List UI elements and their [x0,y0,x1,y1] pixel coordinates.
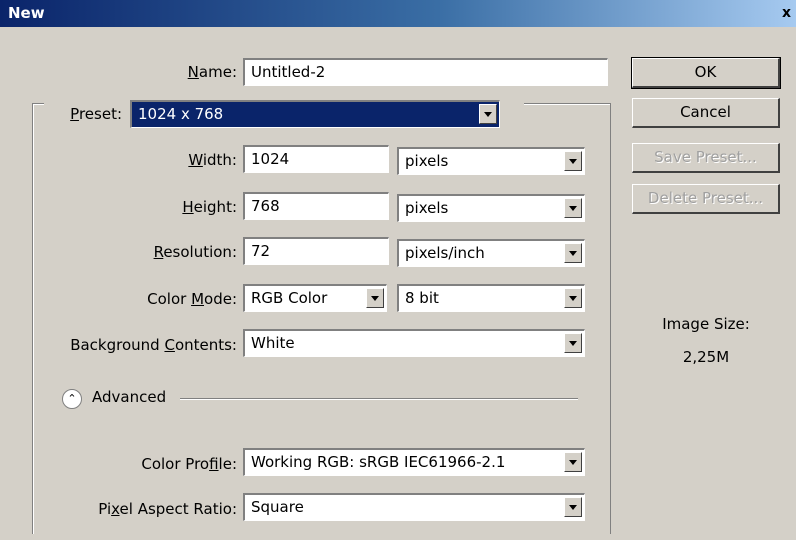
resolution-unit-select[interactable]: pixels/inch [397,239,585,267]
delete-preset-button[interactable]: Delete Preset... [632,184,780,214]
name-label: Name: [187,63,237,81]
height-unit-select[interactable]: pixels [397,194,585,222]
bit-depth-select[interactable]: 8 bit [397,284,585,312]
dialog-title: New [8,4,45,22]
background-contents-select[interactable]: White [243,329,585,357]
advanced-label[interactable]: Advanced [92,388,166,406]
color-profile-label: Color Profile: [141,455,237,473]
save-preset-button[interactable]: Save Preset... [632,143,780,173]
preset-label: Preset: [70,105,122,123]
chevron-down-icon[interactable] [564,452,582,472]
color-profile-select[interactable]: Working RGB: sRGB IEC61966-2.1 [243,448,585,476]
chevron-down-icon[interactable] [366,288,384,308]
image-size-value: 2,25M [682,348,730,366]
width-unit-select[interactable]: pixels [397,147,585,175]
preset-select[interactable]: 1024 x 768 [130,100,500,128]
advanced-divider [180,398,578,400]
chevron-down-icon[interactable] [564,497,582,517]
chevron-down-icon[interactable] [564,333,582,353]
advanced-toggle-chevron-up-icon[interactable]: ⌃ [62,389,82,409]
color-mode-label: Color Mode: [147,290,237,308]
background-contents-label: Background Contents: [70,336,237,354]
resolution-unit-value: pixels/inch [405,244,485,262]
chevron-down-icon[interactable] [564,288,582,308]
height-unit-value: pixels [405,199,449,217]
width-unit-value: pixels [405,152,449,170]
name-input[interactable]: Untitled-2 [243,58,608,86]
pixel-aspect-ratio-label: Pixel Aspect Ratio: [98,500,237,518]
ok-button[interactable]: OK [631,57,781,89]
width-label: Width: [188,151,237,169]
new-document-dialog: New x Name: Untitled-2 Preset: 1024 x 76… [0,0,796,540]
chevron-down-icon[interactable] [479,104,497,124]
cancel-button[interactable]: Cancel [632,98,780,128]
chevron-down-icon[interactable] [564,243,582,263]
width-input[interactable]: 1024 [243,145,389,173]
resolution-label: Resolution: [153,243,237,261]
color-mode-select[interactable]: RGB Color [243,284,387,312]
pixel-aspect-ratio-value: Square [251,498,304,516]
close-icon[interactable]: x [782,3,796,24]
color-mode-value: RGB Color [251,289,328,307]
pixel-aspect-ratio-select[interactable]: Square [243,493,585,521]
chevron-down-icon[interactable] [564,151,582,171]
height-input[interactable]: 768 [243,192,389,220]
bit-depth-value: 8 bit [405,289,439,307]
chevron-down-icon[interactable] [564,198,582,218]
background-contents-value: White [251,334,295,352]
title-bar[interactable]: New x [0,0,796,27]
height-label: Height: [182,198,237,216]
image-size-label: Image Size: [662,315,750,333]
color-profile-value: Working RGB: sRGB IEC61966-2.1 [251,453,506,471]
preset-value: 1024 x 768 [138,105,224,123]
resolution-input[interactable]: 72 [243,237,389,265]
